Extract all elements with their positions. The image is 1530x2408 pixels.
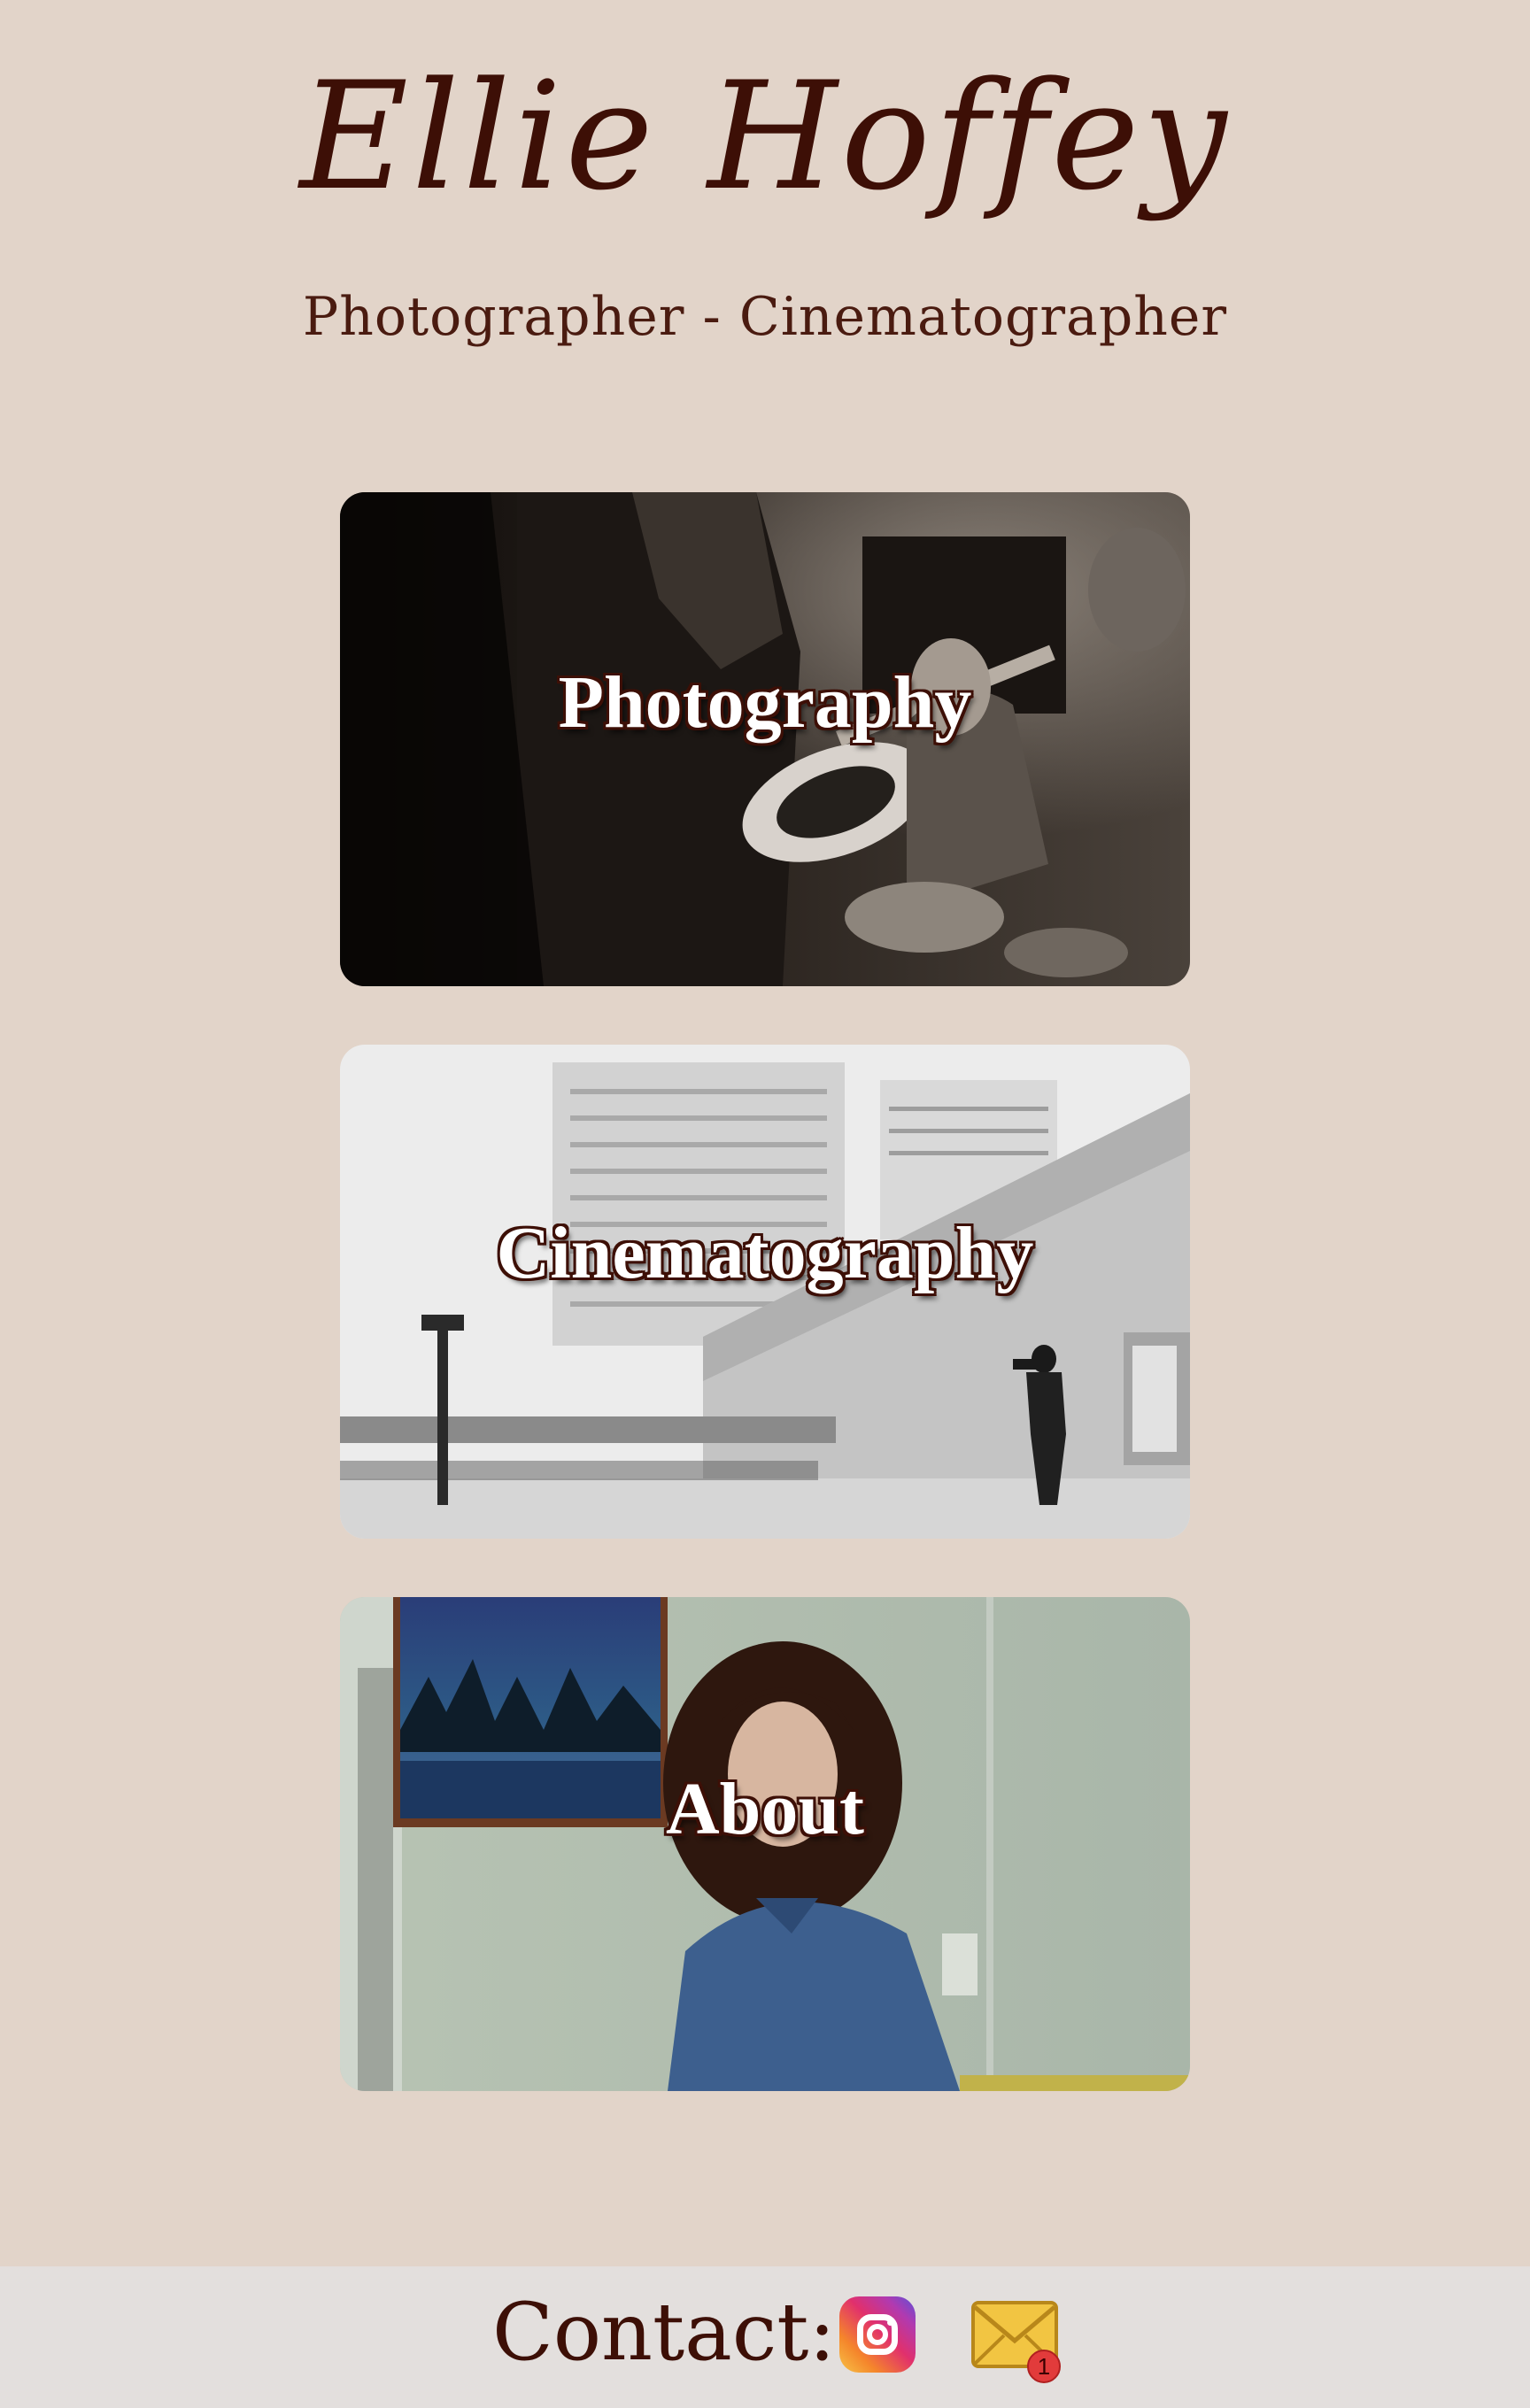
mail-notification-badge: 1 [1027, 2350, 1061, 2383]
cinematography-card-label: Cinematography [496, 1211, 1034, 1294]
site-title: Ellie Hoffey [299, 50, 1231, 223]
photography-card[interactable]: Photography [340, 492, 1190, 986]
instagram-icon-dot [887, 2319, 893, 2326]
cinematography-card[interactable]: Cinematography [340, 1045, 1190, 1539]
instagram-icon-lens [867, 2324, 888, 2345]
about-card[interactable]: About [340, 1597, 1190, 2091]
footer: Contact: 1 [0, 2266, 1530, 2408]
about-card-label: About [665, 1767, 865, 1850]
site-subtitle: Photographer - Cinematographer [302, 286, 1228, 348]
contact-label: Contact: [492, 2286, 836, 2379]
photography-card-label: Photography [558, 660, 972, 744]
instagram-icon[interactable] [839, 2296, 916, 2373]
